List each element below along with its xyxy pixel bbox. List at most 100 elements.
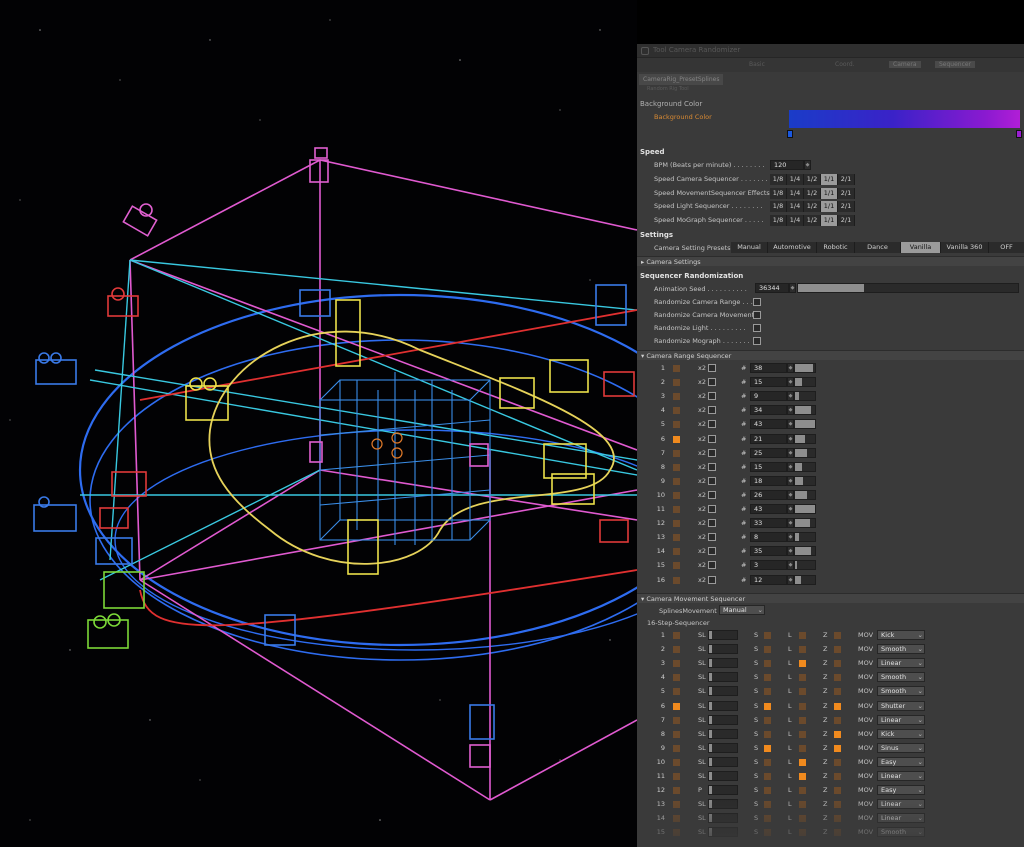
z-toggle[interactable]	[834, 688, 841, 696]
x2-checkbox[interactable]	[708, 533, 716, 542]
x2-checkbox[interactable]	[708, 434, 716, 443]
step-toggle[interactable]	[673, 506, 680, 513]
l-toggle[interactable]	[799, 688, 806, 696]
l-toggle[interactable]	[799, 716, 806, 724]
range-value-field[interactable]: 43	[750, 504, 787, 514]
x2-checkbox[interactable]	[708, 448, 716, 457]
range-value-field[interactable]: 33	[750, 518, 787, 529]
sl-slider[interactable]	[708, 771, 738, 781]
range-spinner[interactable]: ◆	[787, 518, 794, 529]
l-toggle[interactable]	[799, 702, 806, 710]
step-toggle[interactable]	[673, 449, 680, 457]
splines-dropdown[interactable]: Manual ⌄	[719, 605, 765, 615]
step-toggle[interactable]	[673, 744, 680, 752]
s-toggle[interactable]	[764, 758, 771, 766]
l-toggle[interactable]	[799, 674, 806, 682]
speed-option-1-2[interactable]: 1/2	[804, 174, 821, 185]
range-sequencer-group[interactable]: ▾ Camera Range Sequencer	[637, 350, 1024, 360]
sl-slider[interactable]	[708, 630, 738, 640]
movement-dropdown[interactable]: Kick ⌄	[877, 728, 925, 739]
step-toggle[interactable]	[673, 716, 680, 724]
z-toggle[interactable]	[834, 702, 841, 710]
x2-checkbox[interactable]	[708, 490, 716, 499]
tab-coord[interactable]: Coord.	[835, 61, 855, 68]
range-value-field[interactable]: 12	[750, 574, 787, 585]
preset-off[interactable]: OFF	[989, 242, 1024, 253]
step-toggle[interactable]	[673, 379, 680, 387]
z-toggle[interactable]	[834, 744, 841, 752]
range-spinner[interactable]: ◆	[787, 461, 794, 472]
step-toggle[interactable]	[673, 435, 680, 443]
x2-checkbox[interactable]	[708, 505, 716, 513]
panel-menu-icon[interactable]	[641, 47, 649, 55]
speed-option-1-8[interactable]: 1/8	[770, 214, 787, 226]
l-toggle[interactable]	[799, 744, 806, 752]
range-spinner[interactable]: ◆	[787, 377, 794, 388]
range-slider[interactable]	[794, 433, 816, 444]
speed-option-2-1[interactable]: 2/1	[838, 174, 855, 185]
s-toggle[interactable]	[764, 716, 771, 724]
x2-checkbox[interactable]	[708, 364, 716, 372]
x2-checkbox[interactable]	[708, 575, 716, 584]
speed-option-1-2[interactable]: 1/2	[804, 187, 821, 199]
sl-slider[interactable]	[708, 756, 738, 767]
preset-robotic[interactable]: Robotic	[817, 242, 855, 253]
s-toggle[interactable]	[764, 660, 771, 668]
step-toggle[interactable]	[673, 787, 680, 795]
step-toggle[interactable]	[673, 548, 680, 556]
z-toggle[interactable]	[834, 674, 841, 682]
gradient-knob-left[interactable]	[787, 130, 793, 138]
movement-dropdown[interactable]: Linear ⌄	[877, 658, 925, 669]
randomize-checkbox[interactable]	[753, 298, 761, 306]
speed-option-2-1[interactable]: 2/1	[838, 187, 855, 199]
z-toggle[interactable]	[834, 632, 841, 639]
step-toggle[interactable]	[673, 688, 680, 696]
l-toggle[interactable]	[799, 660, 806, 668]
range-spinner[interactable]: ◆	[787, 546, 794, 557]
step-toggle[interactable]	[673, 632, 680, 639]
step-toggle[interactable]	[673, 520, 680, 528]
l-toggle[interactable]	[799, 758, 806, 766]
range-value-field[interactable]: 35	[750, 546, 787, 557]
speed-option-1-1[interactable]: 1/1	[821, 214, 838, 226]
preset-manual[interactable]: Manual	[731, 242, 768, 253]
range-spinner[interactable]: ◆	[787, 560, 794, 571]
sl-slider[interactable]	[708, 644, 738, 655]
range-value-field[interactable]: 15	[750, 377, 787, 388]
range-slider[interactable]	[794, 532, 816, 543]
step-toggle[interactable]	[673, 477, 680, 485]
range-value-field[interactable]: 26	[750, 489, 787, 500]
range-value-field[interactable]: 34	[750, 405, 787, 416]
x2-checkbox[interactable]	[708, 547, 716, 556]
z-toggle[interactable]	[834, 730, 841, 738]
step-toggle[interactable]	[673, 773, 680, 780]
x2-checkbox[interactable]	[708, 378, 716, 387]
speed-option-2-1[interactable]: 2/1	[838, 201, 855, 212]
gradient-knob-right[interactable]	[1016, 130, 1022, 138]
movement-dropdown[interactable]: Sinus ⌄	[877, 742, 925, 753]
step-toggle[interactable]	[673, 534, 680, 542]
background-color-gradient[interactable]	[789, 110, 1020, 128]
tab-camera[interactable]: Camera	[889, 61, 921, 68]
step-toggle[interactable]	[673, 393, 680, 401]
x2-checkbox[interactable]	[708, 561, 716, 570]
l-toggle[interactable]	[799, 632, 806, 639]
s-toggle[interactable]	[764, 773, 771, 780]
range-value-field[interactable]: 15	[750, 461, 787, 472]
tab-basic[interactable]: Basic	[749, 61, 765, 68]
sl-slider[interactable]	[708, 742, 738, 753]
x2-checkbox[interactable]	[708, 420, 716, 429]
z-toggle[interactable]	[834, 646, 841, 654]
speed-option-1-1[interactable]: 1/1	[821, 174, 838, 185]
step-toggle[interactable]	[673, 365, 680, 372]
movement-dropdown[interactable]: Easy ⌄	[877, 756, 925, 767]
step-toggle[interactable]	[673, 674, 680, 682]
range-slider[interactable]	[794, 504, 816, 514]
x2-checkbox[interactable]	[708, 476, 716, 485]
range-value-field[interactable]: 18	[750, 475, 787, 486]
speed-option-1-8[interactable]: 1/8	[770, 201, 787, 212]
tab-sequencer[interactable]: Sequencer	[935, 61, 976, 68]
speed-option-1-4[interactable]: 1/4	[787, 187, 804, 199]
camera-settings-group[interactable]: ▸ Camera Settings	[637, 256, 1024, 266]
range-slider[interactable]	[794, 560, 816, 571]
